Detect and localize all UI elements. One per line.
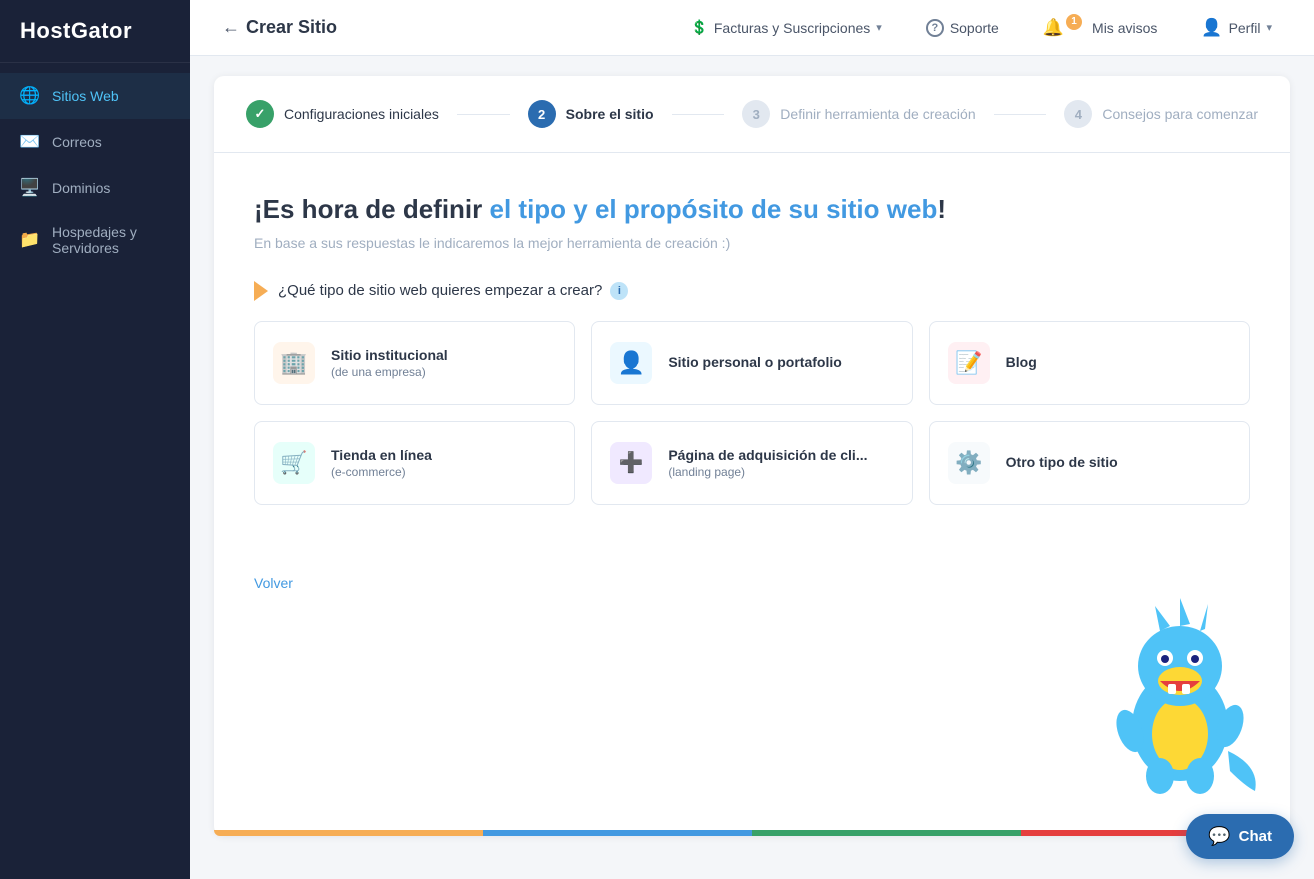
step-1-circle: ✓ (246, 100, 274, 128)
notification-badge: 1 (1066, 14, 1082, 30)
sidebar-item-dominios[interactable]: 🖥️ Dominios (0, 165, 190, 211)
back-link[interactable]: Volver (254, 575, 293, 591)
card-personal[interactable]: 👤 Sitio personal o portafolio (591, 321, 912, 405)
step-1-label: Configuraciones iniciales (284, 106, 439, 122)
help-icon: ? (926, 19, 944, 37)
step-1: ✓ Configuraciones iniciales (246, 100, 439, 128)
card-subtitle-tienda: (e-commerce) (331, 465, 432, 479)
step-2-circle: 2 (528, 100, 556, 128)
card-subtitle-institucional: (de una empresa) (331, 365, 448, 379)
info-icon[interactable]: i (610, 282, 628, 300)
back-title: Crear Sitio (246, 17, 337, 38)
heading-text-plain: ¡Es hora de definir (254, 194, 490, 224)
globe-icon: 🌐 (20, 86, 40, 106)
header: ← Crear Sitio 💲 Facturas y Suscripciones… (190, 0, 1314, 56)
question-row: ¿Qué tipo de sitio web quieres empezar a… (254, 281, 1250, 301)
mail-icon: ✉️ (20, 132, 40, 152)
nav-facturas[interactable]: 💲 Facturas y Suscripciones ▾ (680, 13, 891, 42)
card-title-personal: Sitio personal o portafolio (668, 354, 841, 370)
nav-perfil-label: Perfil (1229, 20, 1261, 36)
nav-avisos-label: Mis avisos (1092, 20, 1157, 36)
chat-bubble-icon: 💬 (1208, 826, 1230, 847)
card-landing[interactable]: ➕ Página de adquisición de cli... (landi… (591, 421, 912, 505)
bell-icon: 🔔 (1043, 18, 1064, 38)
card-title-institucional: Sitio institucional (331, 347, 448, 363)
card-blog[interactable]: 📝 Blog (929, 321, 1250, 405)
sidebar-item-hospedajes[interactable]: 📁 Hospedajes y Servidores (0, 211, 190, 269)
step-4: 4 Consejos para comenzar (1064, 100, 1258, 128)
card-icon-blog: 📝 (948, 342, 990, 384)
card-content-personal: Sitio personal o portafolio (668, 354, 841, 372)
chevron-down-icon-perfil: ▾ (1266, 21, 1272, 34)
card-content-otro: Otro tipo de sitio (1006, 454, 1118, 472)
step-4-label: Consejos para comenzar (1102, 106, 1258, 122)
step-2: 2 Sobre el sitio (528, 100, 654, 128)
card-title-tienda: Tienda en línea (331, 447, 432, 463)
step-divider-1 (457, 114, 510, 115)
chat-button[interactable]: 💬 Chat (1186, 814, 1294, 859)
back-button[interactable]: ← Crear Sitio (222, 17, 337, 38)
sidebar-nav: 🌐 Sitios Web ✉️ Correos 🖥️ Dominios 📁 Ho… (0, 73, 190, 269)
step-3-label: Definir herramienta de creación (780, 106, 975, 122)
back-arrow-icon: ← (222, 17, 240, 38)
card-icon-personal: 👤 (610, 342, 652, 384)
card-icon-landing: ➕ (610, 442, 652, 484)
card-title-landing: Página de adquisición de cli... (668, 447, 867, 463)
card-subtitle-landing: (landing page) (668, 465, 867, 479)
step-4-circle: 4 (1064, 100, 1092, 128)
site-type-cards: 🏢 Sitio institucional (de una empresa) 👤… (254, 321, 1250, 505)
nav-soporte-label: Soporte (950, 20, 999, 36)
step-3-circle: 3 (742, 100, 770, 128)
card-tienda[interactable]: 🛒 Tienda en línea (e-commerce) (254, 421, 575, 505)
card-icon-institucional: 🏢 (273, 342, 315, 384)
logo: HostGator (0, 0, 190, 63)
card-title-otro: Otro tipo de sitio (1006, 454, 1118, 470)
steps-bar: ✓ Configuraciones iniciales 2 Sobre el s… (214, 76, 1290, 153)
wizard-heading: ¡Es hora de definir el tipo y el propósi… (254, 193, 1250, 227)
nav-soporte[interactable]: ? Soporte (916, 13, 1009, 43)
step-2-label: Sobre el sitio (566, 106, 654, 122)
card-content-tienda: Tienda en línea (e-commerce) (331, 447, 432, 479)
nav-perfil[interactable]: 👤 Perfil ▾ (1191, 12, 1282, 44)
step-divider-2 (672, 114, 725, 115)
card-icon-otro: ⚙️ (948, 442, 990, 484)
monitor-icon: 🖥️ (20, 178, 40, 198)
sidebar-item-label: Sitios Web (52, 88, 119, 104)
heading-text-accent: el tipo y el propósito de su sitio web (490, 194, 938, 224)
heading-text-end: ! (937, 194, 946, 224)
nav-avisos[interactable]: 🔔 1 Mis avisos (1033, 12, 1168, 44)
wizard-card: ✓ Configuraciones iniciales 2 Sobre el s… (214, 76, 1290, 836)
card-institucional[interactable]: 🏢 Sitio institucional (de una empresa) (254, 321, 575, 405)
sidebar-item-label: Dominios (52, 180, 110, 196)
step-3: 3 Definir herramienta de creación (742, 100, 975, 128)
question-text: ¿Qué tipo de sitio web quieres empezar a… (278, 282, 602, 299)
card-otro[interactable]: ⚙️ Otro tipo de sitio (929, 421, 1250, 505)
main-content: ← Crear Sitio 💲 Facturas y Suscripciones… (190, 0, 1314, 879)
card-content-blog: Blog (1006, 354, 1037, 372)
chat-label: Chat (1239, 828, 1272, 845)
folder-icon: 📁 (20, 230, 40, 250)
user-icon: 👤 (1201, 18, 1222, 38)
wizard-body: ¡Es hora de definir el tipo y el propósi… (214, 153, 1290, 575)
flag-icon (254, 281, 268, 301)
sidebar-item-label: Hospedajes y Servidores (52, 224, 170, 256)
card-icon-tienda: 🛒 (273, 442, 315, 484)
card-content-institucional: Sitio institucional (de una empresa) (331, 347, 448, 379)
sidebar-item-correos[interactable]: ✉️ Correos (0, 119, 190, 165)
bottom-bar (214, 830, 1290, 836)
sidebar-item-sitios-web[interactable]: 🌐 Sitios Web (0, 73, 190, 119)
sidebar: HostGator 🌐 Sitios Web ✉️ Correos 🖥️ Dom… (0, 0, 190, 879)
wizard-footer: Volver (214, 575, 1290, 623)
page-content: ✓ Configuraciones iniciales 2 Sobre el s… (190, 56, 1314, 879)
chevron-down-icon: ▾ (876, 21, 882, 34)
dollar-icon: 💲 (690, 19, 707, 36)
nav-facturas-label: Facturas y Suscripciones (714, 20, 870, 36)
card-content-landing: Página de adquisición de cli... (landing… (668, 447, 867, 479)
sidebar-item-label: Correos (52, 134, 102, 150)
wizard-subtext: En base a sus respuestas le indicaremos … (254, 235, 1250, 251)
card-title-blog: Blog (1006, 354, 1037, 370)
step-divider-3 (994, 114, 1047, 115)
